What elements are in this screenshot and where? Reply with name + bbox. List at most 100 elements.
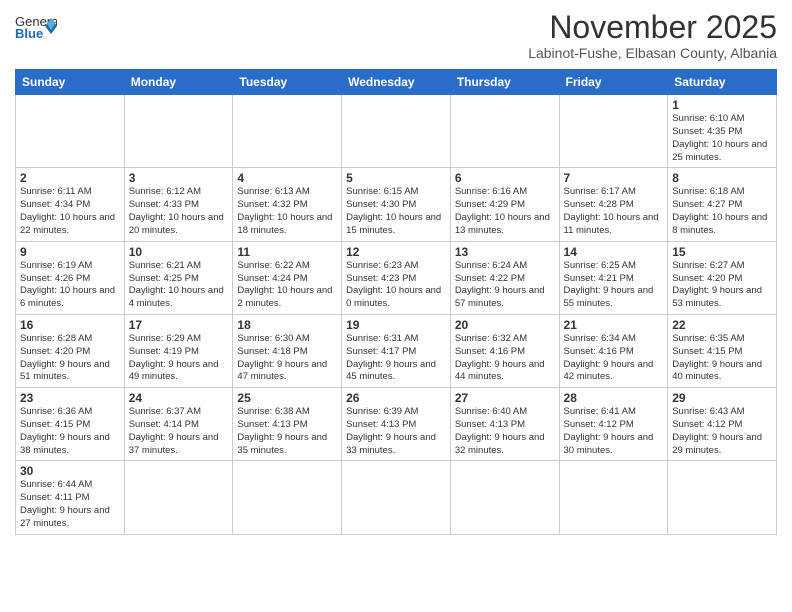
month-title: November 2025 (528, 10, 777, 45)
day-info: Sunrise: 6:28 AM Sunset: 4:20 PM Dayligh… (20, 333, 120, 384)
weekday-header-row: Sunday Monday Tuesday Wednesday Thursday… (16, 70, 777, 95)
day-info: Sunrise: 6:41 AM Sunset: 4:12 PM Dayligh… (564, 406, 664, 457)
table-row: 11Sunrise: 6:22 AM Sunset: 4:24 PM Dayli… (233, 241, 342, 314)
day-number: 19 (346, 318, 446, 332)
day-number: 16 (20, 318, 120, 332)
table-row: 26Sunrise: 6:39 AM Sunset: 4:13 PM Dayli… (342, 388, 451, 461)
calendar-week-row: 23Sunrise: 6:36 AM Sunset: 4:15 PM Dayli… (16, 388, 777, 461)
calendar-table: Sunday Monday Tuesday Wednesday Thursday… (15, 69, 777, 535)
table-row: 9Sunrise: 6:19 AM Sunset: 4:26 PM Daylig… (16, 241, 125, 314)
day-number: 10 (129, 245, 229, 259)
day-number: 13 (455, 245, 555, 259)
table-row: 7Sunrise: 6:17 AM Sunset: 4:28 PM Daylig… (559, 168, 668, 241)
table-row: 29Sunrise: 6:43 AM Sunset: 4:12 PM Dayli… (668, 388, 777, 461)
table-row: 20Sunrise: 6:32 AM Sunset: 4:16 PM Dayli… (450, 314, 559, 387)
day-number: 9 (20, 245, 120, 259)
day-info: Sunrise: 6:39 AM Sunset: 4:13 PM Dayligh… (346, 406, 446, 457)
day-info: Sunrise: 6:32 AM Sunset: 4:16 PM Dayligh… (455, 333, 555, 384)
table-row: 19Sunrise: 6:31 AM Sunset: 4:17 PM Dayli… (342, 314, 451, 387)
day-info: Sunrise: 6:10 AM Sunset: 4:35 PM Dayligh… (672, 113, 772, 164)
table-row (16, 95, 125, 168)
day-number: 18 (237, 318, 337, 332)
day-number: 7 (564, 171, 664, 185)
day-info: Sunrise: 6:38 AM Sunset: 4:13 PM Dayligh… (237, 406, 337, 457)
day-info: Sunrise: 6:12 AM Sunset: 4:33 PM Dayligh… (129, 186, 229, 237)
day-number: 23 (20, 391, 120, 405)
table-row: 4Sunrise: 6:13 AM Sunset: 4:32 PM Daylig… (233, 168, 342, 241)
header-wednesday: Wednesday (342, 70, 451, 95)
table-row: 25Sunrise: 6:38 AM Sunset: 4:13 PM Dayli… (233, 388, 342, 461)
day-info: Sunrise: 6:31 AM Sunset: 4:17 PM Dayligh… (346, 333, 446, 384)
day-info: Sunrise: 6:15 AM Sunset: 4:30 PM Dayligh… (346, 186, 446, 237)
day-number: 26 (346, 391, 446, 405)
table-row: 30Sunrise: 6:44 AM Sunset: 4:11 PM Dayli… (16, 461, 125, 534)
table-row: 16Sunrise: 6:28 AM Sunset: 4:20 PM Dayli… (16, 314, 125, 387)
day-number: 15 (672, 245, 772, 259)
table-row: 14Sunrise: 6:25 AM Sunset: 4:21 PM Dayli… (559, 241, 668, 314)
day-info: Sunrise: 6:19 AM Sunset: 4:26 PM Dayligh… (20, 260, 120, 311)
table-row: 21Sunrise: 6:34 AM Sunset: 4:16 PM Dayli… (559, 314, 668, 387)
table-row (124, 461, 233, 534)
table-row: 27Sunrise: 6:40 AM Sunset: 4:13 PM Dayli… (450, 388, 559, 461)
day-number: 22 (672, 318, 772, 332)
calendar-week-row: 2Sunrise: 6:11 AM Sunset: 4:34 PM Daylig… (16, 168, 777, 241)
day-info: Sunrise: 6:18 AM Sunset: 4:27 PM Dayligh… (672, 186, 772, 237)
header: General Blue November 2025 Labinot-Fushe… (15, 10, 777, 61)
table-row (233, 461, 342, 534)
header-monday: Monday (124, 70, 233, 95)
calendar-week-row: 1Sunrise: 6:10 AM Sunset: 4:35 PM Daylig… (16, 95, 777, 168)
header-friday: Friday (559, 70, 668, 95)
table-row: 10Sunrise: 6:21 AM Sunset: 4:25 PM Dayli… (124, 241, 233, 314)
page: General Blue November 2025 Labinot-Fushe… (0, 0, 792, 612)
table-row (233, 95, 342, 168)
logo-icon: General Blue (15, 10, 57, 40)
table-row: 23Sunrise: 6:36 AM Sunset: 4:15 PM Dayli… (16, 388, 125, 461)
day-info: Sunrise: 6:36 AM Sunset: 4:15 PM Dayligh… (20, 406, 120, 457)
calendar-week-row: 9Sunrise: 6:19 AM Sunset: 4:26 PM Daylig… (16, 241, 777, 314)
day-info: Sunrise: 6:24 AM Sunset: 4:22 PM Dayligh… (455, 260, 555, 311)
table-row: 17Sunrise: 6:29 AM Sunset: 4:19 PM Dayli… (124, 314, 233, 387)
day-info: Sunrise: 6:17 AM Sunset: 4:28 PM Dayligh… (564, 186, 664, 237)
day-number: 29 (672, 391, 772, 405)
table-row: 3Sunrise: 6:12 AM Sunset: 4:33 PM Daylig… (124, 168, 233, 241)
table-row (559, 95, 668, 168)
table-row (559, 461, 668, 534)
day-info: Sunrise: 6:23 AM Sunset: 4:23 PM Dayligh… (346, 260, 446, 311)
day-number: 20 (455, 318, 555, 332)
day-info: Sunrise: 6:40 AM Sunset: 4:13 PM Dayligh… (455, 406, 555, 457)
table-row: 15Sunrise: 6:27 AM Sunset: 4:20 PM Dayli… (668, 241, 777, 314)
table-row (124, 95, 233, 168)
day-info: Sunrise: 6:21 AM Sunset: 4:25 PM Dayligh… (129, 260, 229, 311)
day-number: 21 (564, 318, 664, 332)
table-row: 1Sunrise: 6:10 AM Sunset: 4:35 PM Daylig… (668, 95, 777, 168)
table-row: 5Sunrise: 6:15 AM Sunset: 4:30 PM Daylig… (342, 168, 451, 241)
calendar-week-row: 16Sunrise: 6:28 AM Sunset: 4:20 PM Dayli… (16, 314, 777, 387)
header-tuesday: Tuesday (233, 70, 342, 95)
table-row: 13Sunrise: 6:24 AM Sunset: 4:22 PM Dayli… (450, 241, 559, 314)
day-info: Sunrise: 6:44 AM Sunset: 4:11 PM Dayligh… (20, 479, 120, 530)
day-info: Sunrise: 6:29 AM Sunset: 4:19 PM Dayligh… (129, 333, 229, 384)
day-number: 4 (237, 171, 337, 185)
day-number: 3 (129, 171, 229, 185)
day-number: 14 (564, 245, 664, 259)
day-number: 2 (20, 171, 120, 185)
table-row: 18Sunrise: 6:30 AM Sunset: 4:18 PM Dayli… (233, 314, 342, 387)
svg-text:Blue: Blue (15, 26, 43, 40)
day-number: 5 (346, 171, 446, 185)
day-number: 27 (455, 391, 555, 405)
day-number: 30 (20, 464, 120, 478)
table-row: 12Sunrise: 6:23 AM Sunset: 4:23 PM Dayli… (342, 241, 451, 314)
day-info: Sunrise: 6:43 AM Sunset: 4:12 PM Dayligh… (672, 406, 772, 457)
day-info: Sunrise: 6:30 AM Sunset: 4:18 PM Dayligh… (237, 333, 337, 384)
day-number: 24 (129, 391, 229, 405)
day-info: Sunrise: 6:27 AM Sunset: 4:20 PM Dayligh… (672, 260, 772, 311)
day-info: Sunrise: 6:16 AM Sunset: 4:29 PM Dayligh… (455, 186, 555, 237)
day-number: 6 (455, 171, 555, 185)
day-number: 17 (129, 318, 229, 332)
header-thursday: Thursday (450, 70, 559, 95)
day-number: 11 (237, 245, 337, 259)
table-row: 24Sunrise: 6:37 AM Sunset: 4:14 PM Dayli… (124, 388, 233, 461)
day-number: 12 (346, 245, 446, 259)
table-row (450, 461, 559, 534)
day-number: 28 (564, 391, 664, 405)
